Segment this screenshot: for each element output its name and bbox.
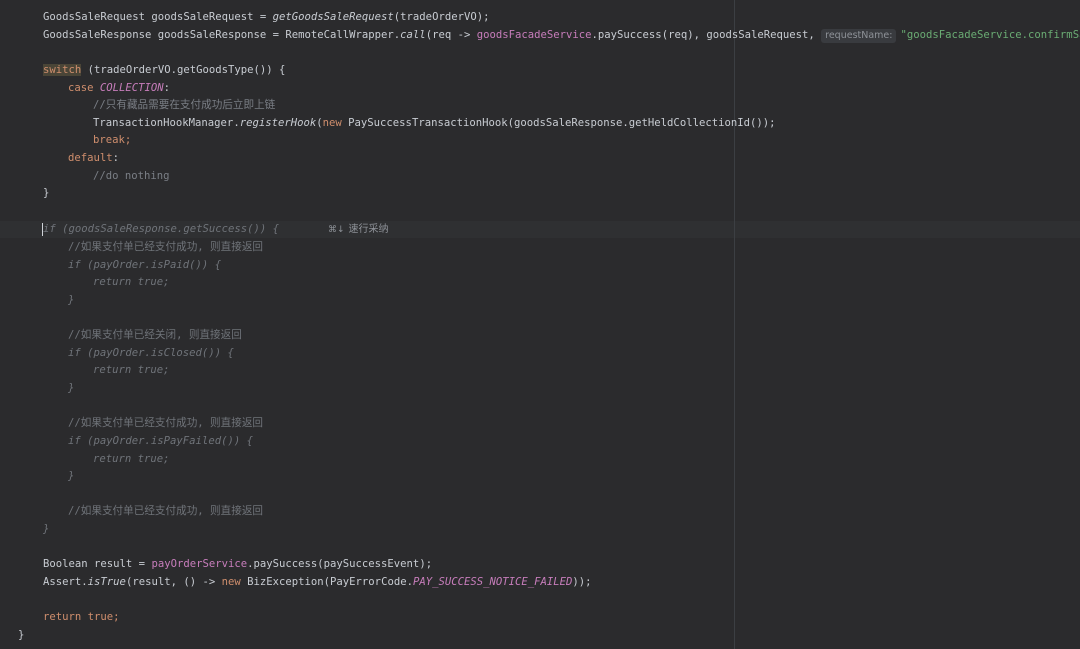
code-token: COLLECTION	[99, 82, 164, 94]
code-token: default	[68, 152, 113, 164]
ai-suggestion-inlay[interactable]: ⌘↓ 速行采纳	[328, 221, 389, 238]
code-token: ;	[113, 611, 120, 623]
code-token: registerHook	[239, 117, 317, 129]
code-line: }	[68, 382, 75, 394]
code-token: BizException(PayErrorCode.	[240, 576, 413, 588]
code-token: switch	[43, 64, 82, 76]
code-token: case	[68, 82, 100, 94]
code-token: PAY_SUCCESS_NOTICE_FAILED	[412, 576, 573, 588]
code-comment: //如果支付单已经关闭, 则直接返回	[68, 329, 242, 341]
parameter-hint: requestName:	[821, 29, 897, 43]
code-line: TransactionHookManager.registerHook(new …	[93, 115, 775, 132]
code-token: :	[112, 152, 120, 164]
code-token: "goodsFacadeService.confirmSale"	[900, 29, 1080, 41]
code-token: PaySuccessTransactionHook(goodsSaleRespo…	[341, 117, 776, 129]
ai-suggestion-label: 速行采纳	[348, 224, 389, 235]
code-token: :	[163, 82, 171, 94]
code-line: }	[43, 523, 50, 535]
code-comment: //如果支付单已经支付成功, 则直接返回	[68, 241, 264, 253]
code-line: switch (tradeOrderVO.getGoodsType()) {	[43, 62, 285, 79]
code-line: case COLLECTION:	[68, 80, 170, 97]
code-token: ));	[572, 576, 592, 588]
code-token: new	[221, 576, 241, 588]
code-comment: //如果支付单已经支付成功, 则直接返回	[68, 505, 264, 517]
code-token: payOrderService	[151, 558, 248, 570]
code-line: }	[68, 470, 75, 482]
code-token: goodsFacadeService	[476, 29, 592, 41]
code-comment: //如果支付单已经支付成功, 则直接返回	[68, 417, 264, 429]
code-comment: //只有藏品需要在支付成功后立即上链	[93, 99, 276, 111]
code-line: Assert.isTrue(result, () -> new BizExcep…	[43, 574, 592, 591]
code-line: return true;	[93, 453, 170, 465]
code-line: return true;	[43, 609, 120, 626]
code-token: getGoodsSaleRequest	[272, 11, 394, 23]
code-token: new	[322, 117, 342, 129]
code-line: }	[43, 187, 50, 199]
code-token: isTrue	[87, 576, 126, 588]
code-token: .paySuccess(paySuccessEvent);	[247, 558, 433, 570]
code-token: call	[400, 29, 426, 41]
code-token: Assert.	[43, 576, 88, 588]
right-margin-guide	[734, 0, 735, 649]
code-comment: //do nothing	[93, 170, 170, 182]
code-token: return true	[43, 611, 114, 623]
code-line: if (payOrder.isPayFailed()) {	[68, 435, 253, 447]
code-line: if (goodsSaleResponse.getSuccess()) {	[43, 223, 279, 235]
accept-shortcut-icon: ⌘↓	[328, 225, 345, 235]
code-token: (tradeOrderVO.getGoodsType()) {	[81, 64, 286, 76]
code-line: }	[68, 294, 75, 306]
code-token: (result, () ->	[125, 576, 222, 588]
code-token: .paySuccess(req), goodsSaleRequest,	[591, 29, 822, 41]
code-token: Boolean result =	[43, 558, 152, 570]
code-line: break;	[93, 134, 132, 146]
code-line: if (payOrder.isClosed()) {	[68, 347, 234, 359]
code-line: GoodsSaleResponse goodsSaleResponse = Re…	[43, 27, 1080, 44]
code-line: return true;	[93, 276, 170, 288]
code-line: GoodsSaleRequest goodsSaleRequest = getG…	[43, 9, 489, 26]
code-editor[interactable]: GoodsSaleRequest goodsSaleRequest = getG…	[0, 0, 1080, 649]
code-line: Boolean result = payOrderService.paySucc…	[43, 556, 432, 573]
text-caret	[42, 223, 43, 236]
code-token: GoodsSaleRequest goodsSaleRequest =	[43, 11, 273, 23]
code-line: default:	[68, 150, 119, 167]
code-line: if (payOrder.isPaid()) {	[68, 259, 222, 271]
code-line: return true;	[93, 364, 170, 376]
code-token: (tradeOrderVO);	[393, 11, 490, 23]
code-token: TransactionHookManager.	[93, 117, 240, 129]
code-line: }	[18, 629, 25, 641]
code-token: GoodsSaleResponse goodsSaleResponse = Re…	[43, 29, 401, 41]
code-token: (req ->	[425, 29, 477, 41]
